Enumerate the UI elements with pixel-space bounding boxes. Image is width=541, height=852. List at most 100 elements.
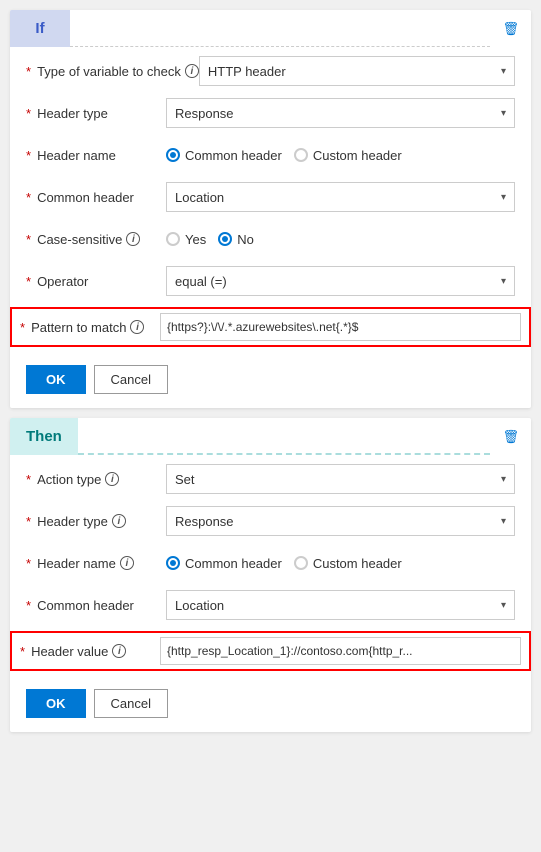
if-common-header-dot — [170, 152, 176, 158]
if-case-no-label: No — [237, 232, 254, 247]
operator-arrow: ▾ — [501, 276, 506, 287]
header-type-dropdown[interactable]: Response ▾ — [166, 98, 515, 128]
if-header-spacer — [70, 10, 490, 47]
if-variable-type-control: HTTP header ▾ — [199, 56, 515, 86]
then-common-header-dropdown[interactable]: Location ▾ — [166, 590, 515, 620]
then-card: Then 🗑 * Action type i Set ▾ — [10, 418, 531, 732]
then-label: Then — [10, 418, 78, 455]
action-type-dropdown[interactable]: Set ▾ — [166, 464, 515, 494]
required-star: * — [20, 644, 25, 659]
if-label: If — [10, 10, 70, 47]
then-header-type-control: Response ▾ — [166, 506, 515, 536]
then-custom-header-label: Custom header — [313, 556, 402, 571]
if-common-header-control: Location ▾ — [166, 182, 515, 212]
if-case-yes-circle — [166, 232, 180, 246]
then-common-header-circle — [166, 556, 180, 570]
then-header-name-label: * Header name i — [26, 556, 166, 571]
then-header-type-dropdown[interactable]: Response ▾ — [166, 506, 515, 536]
operator-dropdown[interactable]: equal (=) ▾ — [166, 266, 515, 296]
if-header-name-row: * Header name Common header Cust — [26, 139, 515, 171]
if-case-sensitive-radio-group: Yes No — [166, 232, 254, 247]
then-common-header-value: Location — [175, 598, 224, 613]
if-common-header-radio[interactable]: Common header — [166, 148, 282, 163]
common-header-dropdown[interactable]: Location ▾ — [166, 182, 515, 212]
pattern-input[interactable] — [160, 313, 521, 341]
if-header-name-text: Header name — [37, 148, 116, 163]
then-header-name-text: Header name — [37, 556, 116, 571]
then-card-body: * Action type i Set ▾ * Header type i — [10, 463, 531, 621]
case-sensitive-info-icon[interactable]: i — [126, 232, 140, 246]
then-header-type-arrow: ▾ — [501, 516, 506, 527]
required-star: * — [26, 514, 31, 529]
if-case-yes-radio[interactable]: Yes — [166, 232, 206, 247]
variable-type-info-icon[interactable]: i — [185, 64, 199, 78]
if-operator-control: equal (=) ▾ — [166, 266, 515, 296]
page-container: If 🗑 * Type of variable to check i HTTP … — [0, 0, 541, 742]
if-case-yes-label: Yes — [185, 232, 206, 247]
then-cancel-button[interactable]: Cancel — [94, 689, 168, 718]
pattern-info-icon[interactable]: i — [130, 320, 144, 334]
operator-value: equal (=) — [175, 274, 227, 289]
then-common-header-arrow: ▾ — [501, 600, 506, 611]
then-header-type-info-icon[interactable]: i — [112, 514, 126, 528]
common-header-value: Location — [175, 190, 224, 205]
if-operator-text: Operator — [37, 274, 88, 289]
if-header-type-control: Response ▾ — [166, 98, 515, 128]
if-card-body: * Type of variable to check i HTTP heade… — [10, 55, 531, 297]
action-type-info-icon[interactable]: i — [105, 472, 119, 486]
common-header-arrow: ▾ — [501, 192, 506, 203]
then-header-name-radio-group: Common header Custom header — [166, 556, 402, 571]
then-action-type-control: Set ▾ — [166, 464, 515, 494]
then-action-type-text: Action type — [37, 472, 101, 487]
then-common-header-row: * Common header Location ▾ — [26, 589, 515, 621]
then-ok-button[interactable]: OK — [26, 689, 86, 718]
if-delete-icon[interactable]: 🗑 — [490, 10, 531, 47]
if-case-sensitive-row: * Case-sensitive i Yes — [26, 223, 515, 255]
then-header-value-text: Header value — [31, 644, 108, 659]
header-value-info-icon[interactable]: i — [112, 644, 126, 658]
if-header-name-label: * Header name — [26, 148, 166, 163]
if-header-type-row: * Header type Response ▾ — [26, 97, 515, 129]
then-header-spacer — [78, 418, 491, 455]
if-case-sensitive-control: Yes No — [166, 232, 515, 247]
then-header-name-info-icon[interactable]: i — [120, 556, 134, 570]
if-pattern-row: * Pattern to match i — [10, 307, 531, 347]
if-custom-header-radio[interactable]: Custom header — [294, 148, 402, 163]
then-delete-icon[interactable]: 🗑 — [490, 418, 531, 455]
if-ok-button[interactable]: OK — [26, 365, 86, 394]
required-star: * — [26, 190, 31, 205]
required-star: * — [26, 274, 31, 289]
if-header-type-text: Header type — [37, 106, 108, 121]
variable-type-arrow: ▾ — [501, 66, 506, 77]
if-operator-row: * Operator equal (=) ▾ — [26, 265, 515, 297]
variable-type-value: HTTP header — [208, 64, 286, 79]
if-common-header-text: Common header — [37, 190, 134, 205]
then-header-type-value: Response — [175, 514, 234, 529]
required-star: * — [26, 148, 31, 163]
variable-type-dropdown[interactable]: HTTP header ▾ — [199, 56, 515, 86]
if-common-header-circle — [166, 148, 180, 162]
if-card: If 🗑 * Type of variable to check i HTTP … — [10, 10, 531, 408]
then-common-header-radio[interactable]: Common header — [166, 556, 282, 571]
action-type-value: Set — [175, 472, 195, 487]
if-operator-label: * Operator — [26, 274, 166, 289]
then-custom-header-radio[interactable]: Custom header — [294, 556, 402, 571]
header-type-arrow: ▾ — [501, 108, 506, 119]
required-star: * — [26, 472, 31, 487]
if-pattern-label: * Pattern to match i — [20, 320, 160, 335]
if-cancel-button[interactable]: Cancel — [94, 365, 168, 394]
required-star: * — [26, 556, 31, 571]
then-common-header-control: Location ▾ — [166, 590, 515, 620]
then-common-header-field-label: * Common header — [26, 598, 166, 613]
if-action-buttons: OK Cancel — [10, 357, 531, 398]
if-case-no-radio[interactable]: No — [218, 232, 254, 247]
if-variable-type-row: * Type of variable to check i HTTP heade… — [26, 55, 515, 87]
then-custom-header-circle — [294, 556, 308, 570]
if-header-name-radio-group: Common header Custom header — [166, 148, 402, 163]
header-value-input[interactable] — [160, 637, 521, 665]
then-header-type-label: * Header type i — [26, 514, 166, 529]
if-variable-type-label: * Type of variable to check i — [26, 64, 199, 79]
if-pattern-text: Pattern to match — [31, 320, 126, 335]
if-common-header-label: Common header — [185, 148, 282, 163]
action-type-arrow: ▾ — [501, 474, 506, 485]
